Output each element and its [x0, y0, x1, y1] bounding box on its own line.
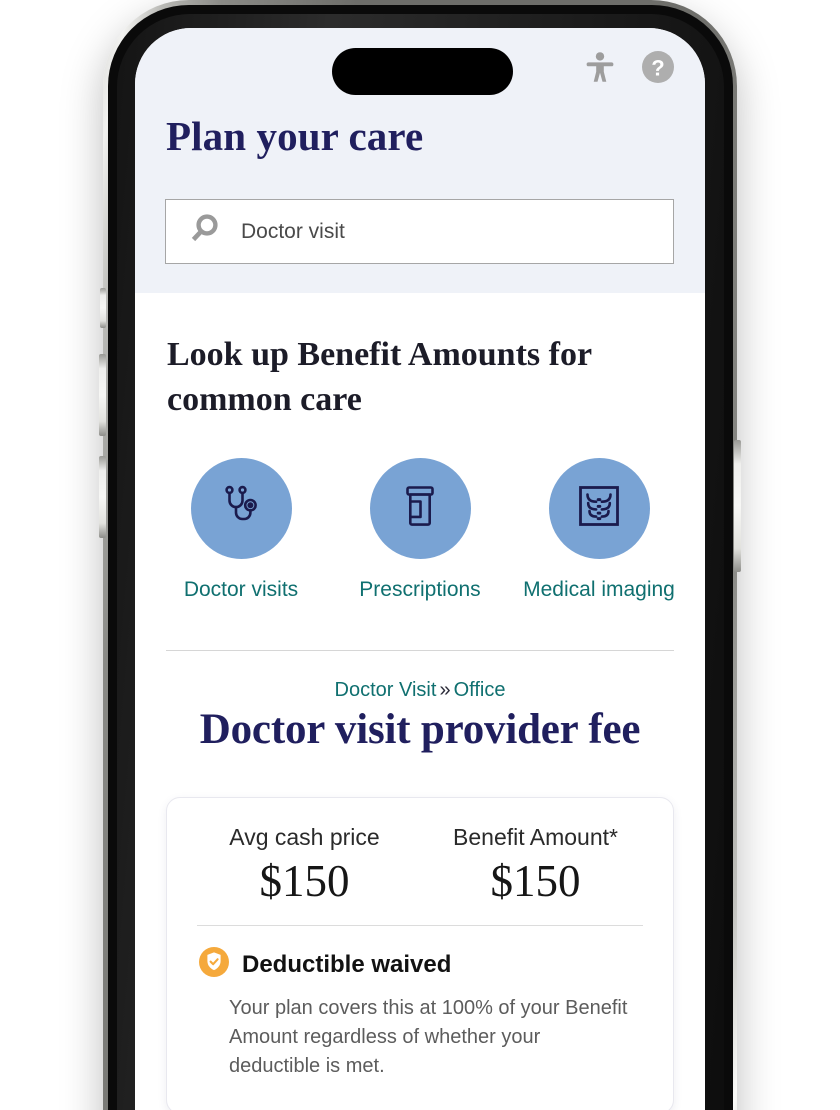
deductible-waived-description: Your plan covers this at 100% of your Be…	[229, 997, 628, 1077]
breadcrumb: Doctor Visit» Office	[135, 679, 705, 702]
price-label: Benefit Amount*	[453, 824, 618, 850]
breadcrumb-separator: »	[439, 679, 451, 701]
breadcrumb-item-root[interactable]: Doctor Visit	[335, 679, 437, 701]
app-header-band: ? Plan your care Doctor visit	[135, 28, 705, 293]
search-input-value[interactable]: Doctor visit	[241, 220, 345, 244]
category-shortcut-row: Doctor visits Prescriptions Medical imag…	[155, 458, 685, 602]
power-button[interactable]	[734, 440, 741, 572]
breadcrumb-item-current[interactable]: Office	[454, 679, 506, 701]
deductible-waived-row: Deductible waived	[167, 926, 673, 982]
price-row: Avg cash price $150 Benefit Amount* $150	[167, 798, 673, 907]
silent-switch-button[interactable]	[100, 288, 106, 328]
accessibility-person-icon[interactable]	[585, 51, 615, 83]
svg-text:?: ?	[651, 56, 664, 81]
phone-screen: ? Plan your care Doctor visit Look up Be…	[135, 28, 705, 1110]
benefit-price-card: Avg cash price $150 Benefit Amount* $150	[166, 797, 674, 1110]
detail-page-title: Doctor visit provider fee	[199, 706, 641, 753]
price-value: $150	[259, 855, 350, 906]
section-divider	[166, 650, 674, 651]
price-value: $150	[490, 855, 581, 906]
pill-bottle-icon	[394, 480, 446, 537]
search-magnifier-icon	[188, 212, 222, 251]
category-label: Medical imaging	[523, 578, 675, 601]
category-label: Doctor visits	[183, 578, 299, 601]
lookup-heading: Look up Benefit Amounts for common care	[167, 336, 592, 419]
page-title: Plan your care	[166, 113, 424, 159]
screenshot-root: ? Plan your care Doctor visit Look up Be…	[0, 0, 840, 1110]
top-icon-bar: ?	[585, 50, 675, 84]
category-icon-circle	[190, 458, 292, 559]
deductible-waived-title: Deductible waived	[242, 950, 452, 978]
price-benefit-amount: Benefit Amount* $150	[448, 824, 623, 907]
help-question-icon[interactable]: ?	[641, 50, 675, 84]
stethoscope-icon	[215, 480, 267, 537]
category-prescriptions[interactable]: Prescriptions	[334, 458, 506, 602]
app-body: Look up Benefit Amounts for common care	[135, 293, 705, 1110]
volume-down-button[interactable]	[99, 456, 106, 538]
category-medical-imaging[interactable]: Medical imaging	[513, 458, 685, 602]
category-icon-circle	[548, 458, 650, 559]
category-icon-circle	[369, 458, 471, 559]
xray-scan-icon	[573, 480, 625, 537]
category-doctor-visits[interactable]: Doctor visits	[155, 458, 327, 602]
volume-up-button[interactable]	[99, 354, 106, 436]
dynamic-island	[332, 48, 513, 95]
shield-check-icon	[199, 947, 229, 982]
price-avg-cash: Avg cash price $150	[217, 824, 392, 907]
search-input[interactable]: Doctor visit	[165, 199, 674, 264]
price-label: Avg cash price	[229, 824, 380, 850]
category-label: Prescriptions	[359, 578, 481, 601]
